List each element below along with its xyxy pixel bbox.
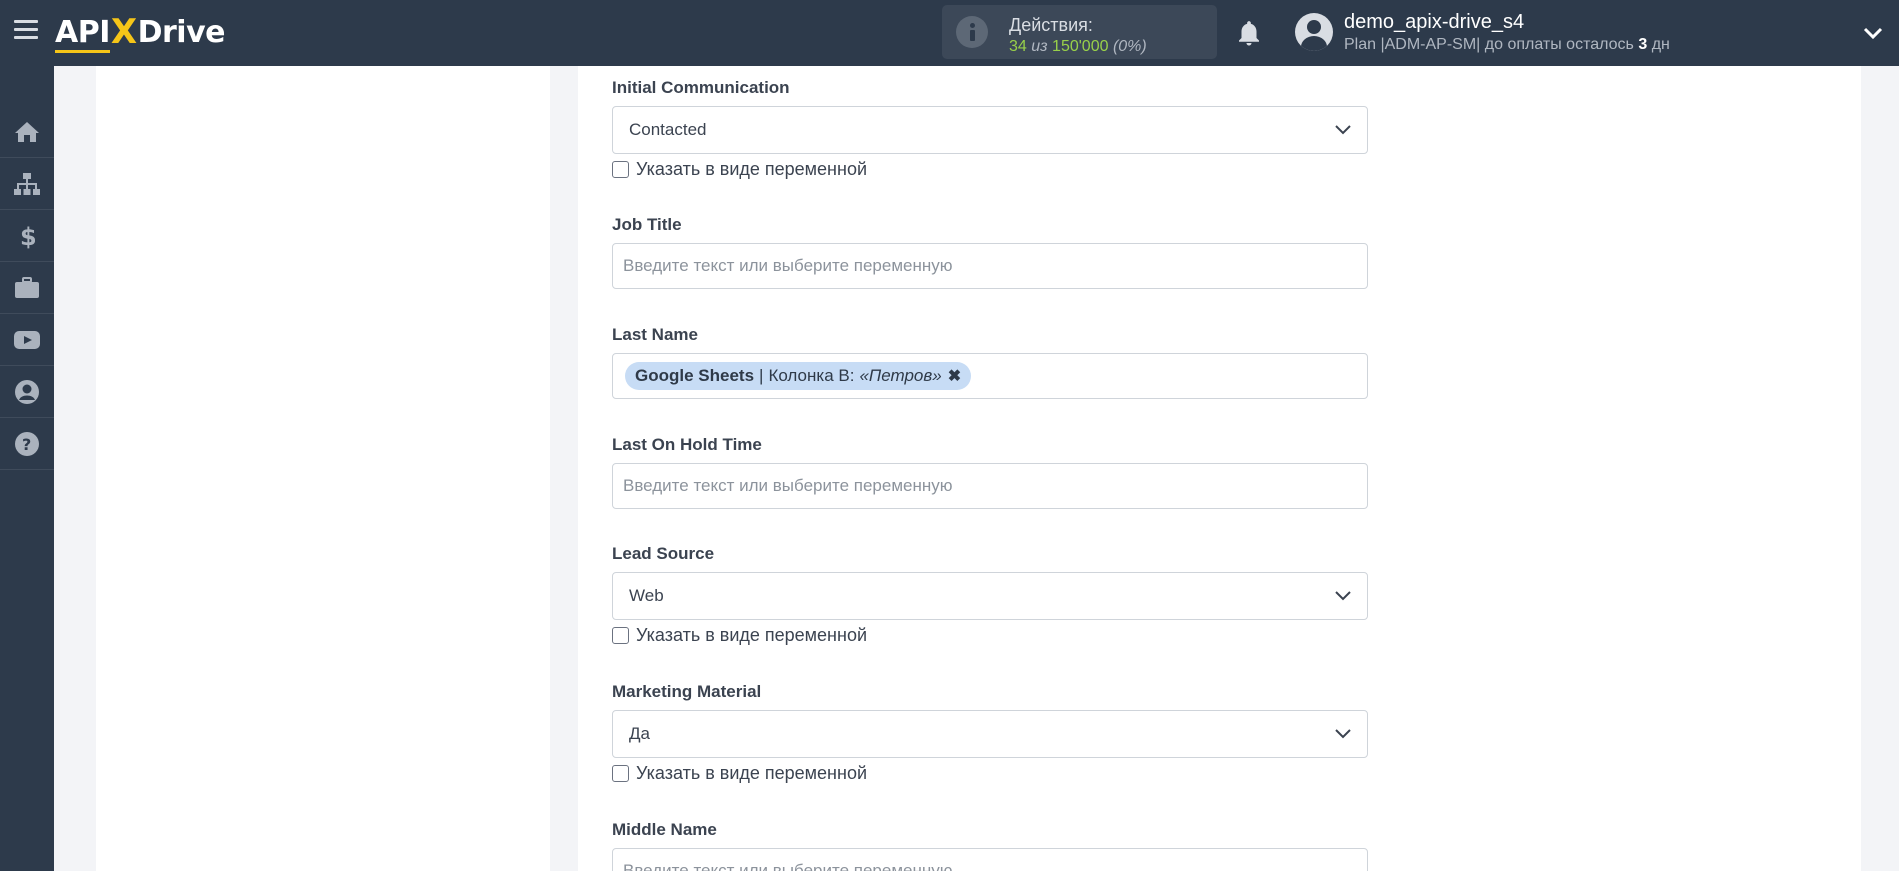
field-label-marketing-material: Marketing Material — [612, 682, 762, 701]
actions-counter[interactable]: Действия: 34 из 150'000 (0%) — [942, 5, 1217, 59]
help-icon: ? — [15, 431, 39, 456]
tag-column: Колонка B: — [768, 366, 855, 385]
field-label-job-title: Job Title — [612, 215, 682, 234]
menu-hamburger-icon[interactable] — [14, 20, 38, 42]
lead-source-value: Web — [629, 586, 664, 605]
logo-text-drive: Drive — [137, 14, 226, 50]
plan-info: Plan |ADM-AP-SM| до оплаты осталось 3 дн — [1344, 36, 1670, 54]
svg-text:?: ? — [22, 435, 31, 454]
checkbox-label: Указать в виде переменной — [636, 762, 868, 783]
last-name-input[interactable]: Google Sheets | Колонка B: «Петров» ✖ — [612, 353, 1368, 399]
checkbox-label: Указать в виде переменной — [636, 624, 868, 645]
initial-communication-variable-checkbox[interactable] — [612, 160, 629, 178]
sidebar-item-help[interactable]: ? — [0, 418, 54, 470]
checkbox-label: Указать в виде переменной — [636, 158, 868, 179]
home-icon — [15, 121, 39, 142]
sidebar-item-videos[interactable] — [0, 314, 54, 366]
user-icon — [15, 379, 39, 404]
sidebar-item-connections[interactable] — [0, 158, 54, 210]
field-label-middle-name: Middle Name — [612, 820, 717, 839]
briefcase-icon — [15, 276, 39, 298]
plan-prefix: Plan |ADM-AP-SM| до оплаты осталось — [1344, 36, 1634, 53]
info-icon — [956, 16, 988, 48]
field-label-last-name: Last Name — [612, 325, 698, 344]
field-label-lead-source: Lead Source — [612, 544, 715, 563]
field-label-last-on-hold-time: Last On Hold Time — [612, 435, 762, 454]
chevron-down-icon — [1335, 591, 1351, 601]
dollar-icon: $ — [20, 223, 35, 249]
actions-of: из — [1031, 38, 1048, 55]
sidebar-item-services[interactable] — [0, 262, 54, 314]
lead-source-select[interactable]: Web — [612, 572, 1368, 620]
logo-text-api: API — [55, 14, 110, 53]
field-label-initial-communication: Initial Communication — [612, 78, 790, 97]
account-dropdown-chevron-icon[interactable] — [1862, 22, 1884, 44]
actions-percent: (0%) — [1112, 38, 1147, 55]
marketing-material-variable-option: Указать в виде переменной — [612, 762, 867, 784]
actions-title: Действия: — [1009, 15, 1093, 35]
chevron-down-icon — [1335, 729, 1351, 739]
middle-name-input[interactable] — [612, 848, 1368, 871]
initial-communication-select[interactable]: Contacted — [612, 106, 1368, 154]
sidebar-item-home[interactable] — [0, 106, 54, 158]
initial-communication-value: Contacted — [629, 120, 707, 139]
youtube-icon — [14, 330, 40, 349]
notification-bell-icon[interactable] — [1234, 18, 1264, 48]
marketing-material-select[interactable]: Да — [612, 710, 1368, 758]
sitemap-icon — [14, 172, 40, 195]
sidebar-item-profile[interactable] — [0, 366, 54, 418]
tag-sample: «Петров» — [859, 366, 942, 385]
job-title-input[interactable] — [612, 243, 1368, 289]
username[interactable]: demo_apix-drive_s4 — [1344, 11, 1524, 34]
svg-text:$: $ — [20, 223, 35, 249]
variable-tag: Google Sheets | Колонка B: «Петров» ✖ — [625, 362, 972, 390]
sidebar-item-billing[interactable]: $ — [0, 210, 54, 262]
last-on-hold-time-input[interactable] — [612, 463, 1368, 509]
remove-tag-icon[interactable]: ✖ — [948, 366, 961, 386]
sidebar: $ ? — [0, 66, 54, 871]
plan-days: 3 — [1638, 36, 1648, 53]
plan-suffix: дн — [1651, 36, 1670, 53]
column-divider — [550, 66, 578, 871]
initial-communication-variable-option: Указать в виде переменной — [612, 158, 867, 180]
lead-source-variable-option: Указать в виде переменной — [612, 624, 867, 646]
tag-source: Google Sheets — [635, 366, 755, 385]
marketing-material-variable-checkbox[interactable] — [612, 764, 629, 782]
user-avatar-icon[interactable] — [1295, 13, 1333, 51]
top-bar: API X Drive Действия: 34 из 150'000 (0%) d… — [0, 0, 1899, 66]
actions-count: 34 из 150'000 (0%) — [1009, 38, 1147, 56]
apix-drive-logo[interactable]: API X Drive — [55, 10, 225, 54]
lead-source-variable-checkbox[interactable] — [612, 626, 629, 644]
chevron-down-icon — [1335, 125, 1351, 135]
logo-text-x: X — [110, 12, 137, 52]
actions-total: 150'000 — [1052, 38, 1109, 55]
actions-used: 34 — [1009, 38, 1027, 55]
marketing-material-value: Да — [629, 724, 650, 743]
